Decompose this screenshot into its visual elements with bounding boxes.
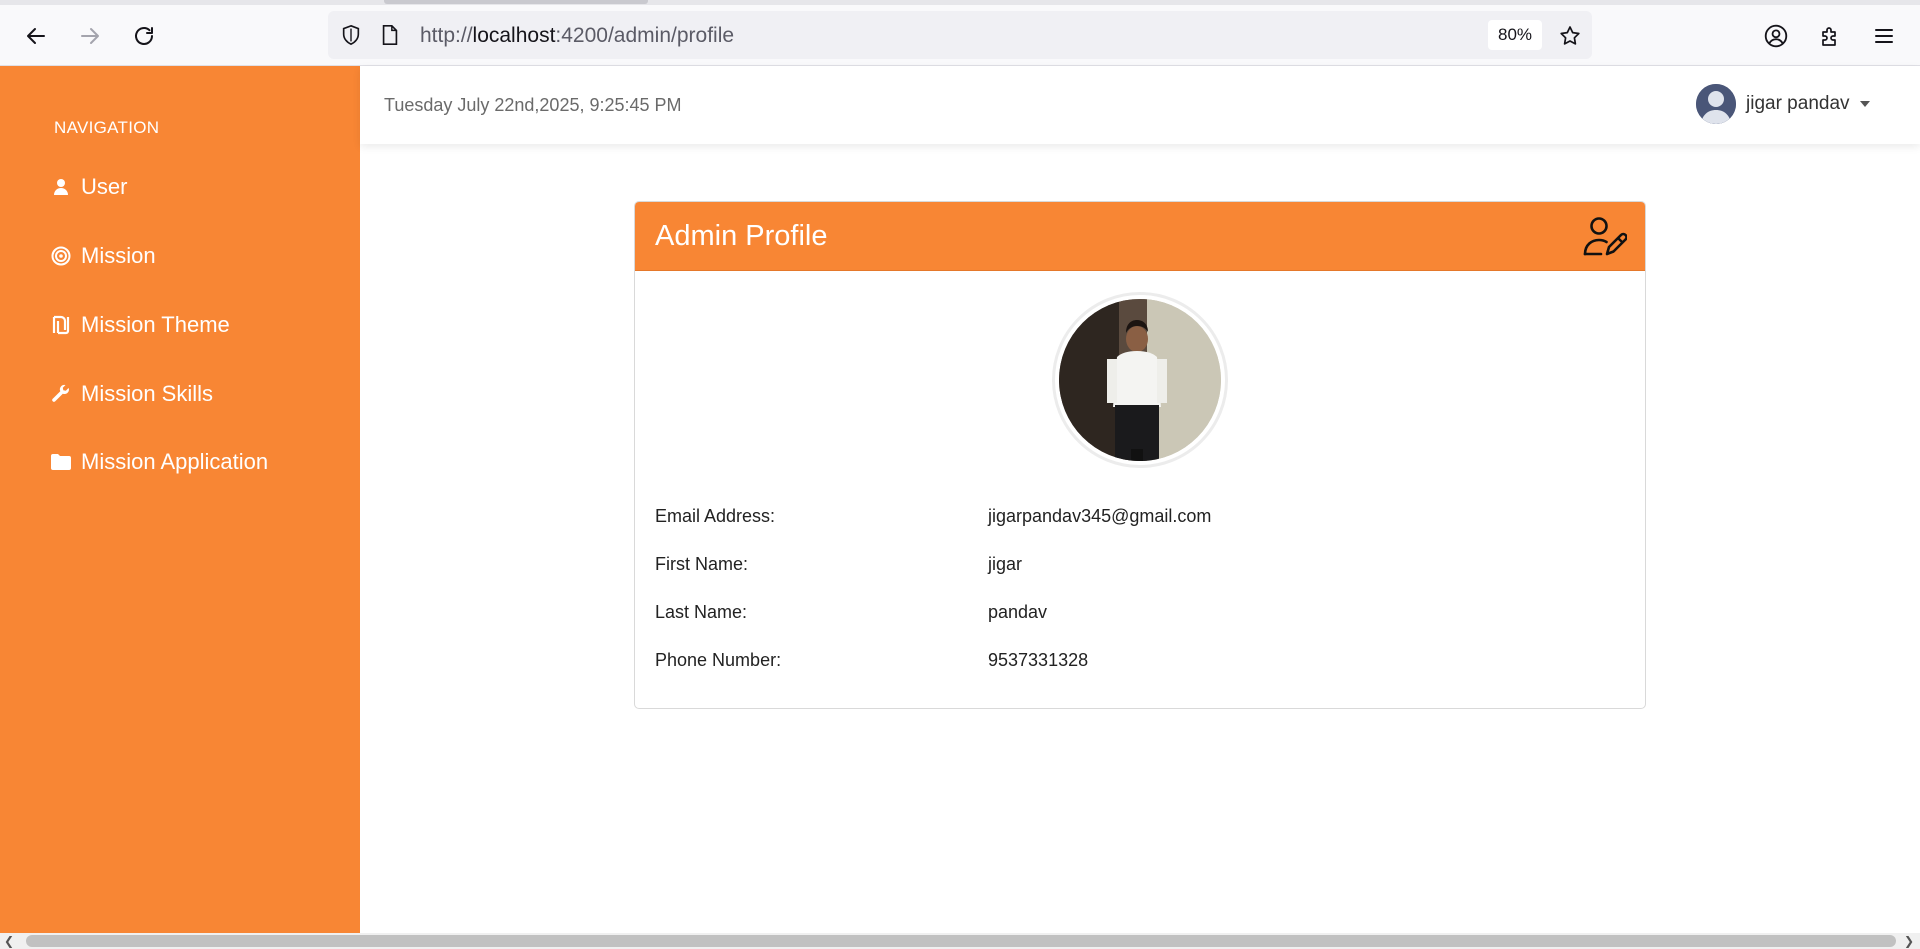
field-value: 9537331328 xyxy=(988,650,1089,670)
active-tab-indicator[interactable] xyxy=(384,0,648,4)
field-value: pandav xyxy=(988,602,1048,622)
card-header: Admin Profile xyxy=(635,202,1645,271)
browser-toolbar: http://localhost:4200/admin/profile 80% xyxy=(0,0,1920,66)
forward-button[interactable] xyxy=(72,18,108,54)
menu-button[interactable] xyxy=(1866,18,1902,54)
url-host: localhost xyxy=(472,24,556,47)
scrollbar-thumb[interactable] xyxy=(26,935,1896,947)
horizontal-scrollbar[interactable]: ❮ ❯ xyxy=(0,933,1920,949)
edit-profile-button[interactable] xyxy=(1581,214,1628,260)
user-menu-dropdown[interactable]: jigar pandav xyxy=(1696,84,1870,124)
field-label: Last Name: xyxy=(655,602,748,622)
bookmark-star-button[interactable] xyxy=(1552,18,1588,54)
star-icon xyxy=(1560,26,1580,45)
sidebar-item-label: Mission Application xyxy=(81,449,269,474)
info-row-email: Email Address: jigarpandav345@gmail.com xyxy=(655,506,1625,530)
sidebar-item-label: User xyxy=(81,174,128,199)
reload-icon xyxy=(135,27,153,45)
zoom-level-button[interactable]: 80% xyxy=(1488,20,1543,50)
wrench-icon xyxy=(50,383,72,405)
sidebar: NAVIGATION User Mission Mission Theme Mi… xyxy=(0,66,360,933)
account-icon xyxy=(1764,24,1788,48)
user-edit-icon xyxy=(1583,217,1628,256)
scroll-right-icon[interactable]: ❯ xyxy=(1904,934,1914,948)
target-icon xyxy=(50,245,72,267)
current-datetime: Tuesday July 22nd,2025, 9:25:45 PM xyxy=(384,95,682,115)
sidebar-item-label: Mission xyxy=(81,243,156,268)
tab-strip xyxy=(0,0,1920,5)
url-text[interactable]: http://localhost:4200/admin/profile xyxy=(420,24,734,48)
page-icon[interactable] xyxy=(380,24,400,46)
account-button[interactable] xyxy=(1758,18,1794,54)
extensions-button[interactable] xyxy=(1812,18,1848,54)
field-value: jigar xyxy=(988,554,1023,574)
scroll-left-icon[interactable]: ❮ xyxy=(4,934,14,948)
sidebar-item-mission-skills[interactable]: Mission Skills xyxy=(50,377,213,411)
top-header: Tuesday July 22nd,2025, 9:25:45 PM jigar… xyxy=(360,66,1920,144)
sidebar-item-label: Mission Theme xyxy=(81,312,230,337)
back-button[interactable] xyxy=(18,18,54,54)
arrow-left-icon xyxy=(27,28,45,44)
username-label: jigar pandav xyxy=(1746,93,1850,114)
info-row-phone: Phone Number: 9537331328 xyxy=(655,650,1625,674)
address-bar[interactable]: http://localhost:4200/admin/profile xyxy=(328,11,1592,59)
sidebar-item-label: Mission Skills xyxy=(81,381,214,406)
profile-photo-image xyxy=(1059,299,1221,461)
sidebar-item-mission-application[interactable]: Mission Application xyxy=(50,445,268,479)
profile-photo xyxy=(1052,292,1228,468)
arrow-right-icon xyxy=(81,28,99,44)
field-label: Phone Number: xyxy=(655,650,782,670)
theme-icon xyxy=(50,314,72,336)
puzzle-icon xyxy=(1822,27,1836,46)
sidebar-item-mission-theme[interactable]: Mission Theme xyxy=(50,308,230,342)
url-path: :4200/admin/profile xyxy=(555,24,735,47)
user-icon xyxy=(50,176,72,198)
card-title: Admin Profile xyxy=(655,220,828,252)
reload-button[interactable] xyxy=(126,18,162,54)
field-value: jigarpandav345@gmail.com xyxy=(988,506,1212,526)
url-scheme: http:// xyxy=(420,24,473,47)
admin-profile-card: Admin Profile Email Address: jigarpandav… xyxy=(634,201,1646,709)
hamburger-icon xyxy=(1875,29,1893,43)
avatar xyxy=(1696,84,1736,124)
info-row-last-name: Last Name: pandav xyxy=(655,602,1625,626)
info-row-first-name: First Name: jigar xyxy=(655,554,1625,578)
folder-icon xyxy=(50,451,72,473)
caret-down-icon xyxy=(1859,101,1870,107)
sidebar-heading: NAVIGATION xyxy=(54,118,160,137)
field-label: First Name: xyxy=(655,554,749,574)
sidebar-item-user[interactable]: User xyxy=(50,170,127,204)
field-label: Email Address: xyxy=(655,506,776,526)
sidebar-item-mission[interactable]: Mission xyxy=(50,239,156,273)
shield-icon[interactable] xyxy=(340,24,362,46)
